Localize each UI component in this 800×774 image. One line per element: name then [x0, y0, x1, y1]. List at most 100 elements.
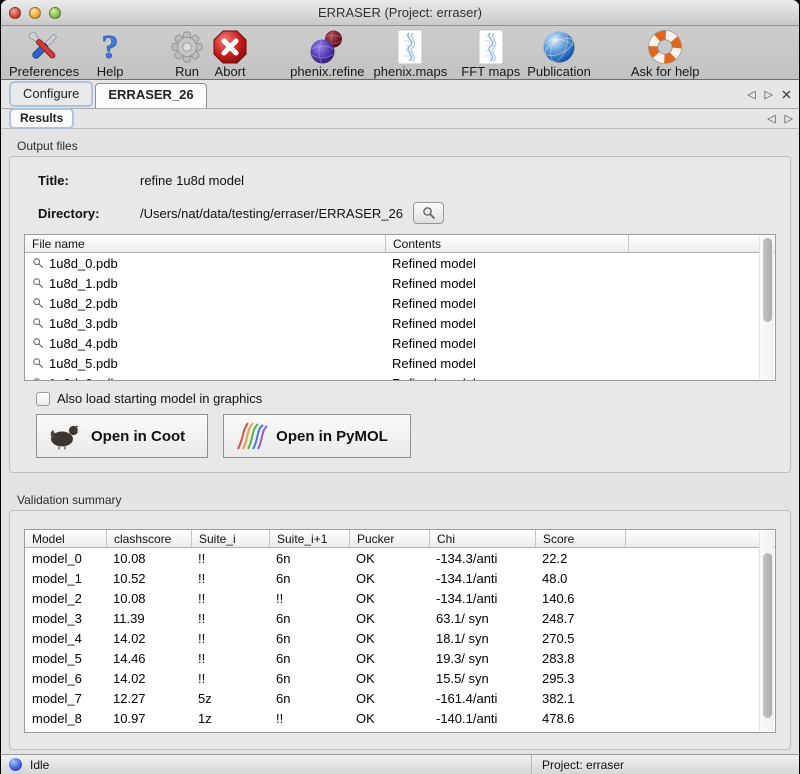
load-starting-model-label: Also load starting model in graphics	[57, 391, 262, 406]
help-button[interactable]: ? Help	[95, 28, 125, 78]
file-name: 1u8d_5.pdb	[49, 356, 118, 371]
file-row[interactable]: 1u8d_2.pdbRefined model	[25, 293, 775, 313]
cell-suite_i1: 6n	[269, 631, 349, 646]
cell-clashscore: 14.02	[106, 671, 191, 686]
zoom-window-button[interactable]	[49, 7, 61, 19]
cell-suite_i: !!	[191, 591, 269, 606]
load-starting-model-checkbox[interactable]	[36, 392, 50, 406]
scrollbar-thumb[interactable]	[763, 553, 772, 718]
cell-score: 248.7	[535, 611, 625, 626]
cell-pucker: OK	[349, 651, 429, 666]
phenix-refine-button[interactable]: phenix.refine	[290, 28, 364, 78]
tab-results[interactable]: Results	[9, 108, 74, 129]
directory-field-row: Directory: /Users/nat/data/testing/erras…	[38, 202, 776, 224]
cell-pucker: OK	[349, 631, 429, 646]
file-name: 1u8d_4.pdb	[49, 336, 118, 351]
column-header-pucker[interactable]: Pucker	[349, 530, 429, 547]
cell-model: model_7	[25, 691, 106, 706]
scrollbar-thumb[interactable]	[763, 238, 772, 322]
column-header-empty	[625, 530, 775, 547]
cell-pucker: OK	[349, 591, 429, 606]
cell-clashscore: 10.08	[106, 551, 191, 566]
cell-model: model_6	[25, 671, 106, 686]
magnifier-icon	[32, 257, 44, 269]
tab-scroll-right-button[interactable]: ▷	[765, 88, 773, 101]
load-starting-model-row: Also load starting model in graphics	[36, 391, 776, 406]
toolbar-item-label: Publication	[527, 65, 591, 78]
model-row[interactable]: model_712.275z6nOK-161.4/anti382.1	[25, 688, 775, 708]
cell-score: 270.5	[535, 631, 625, 646]
column-header-suite-i1[interactable]: Suite_i+1	[269, 530, 349, 547]
ask-for-help-button[interactable]: Ask for help	[631, 28, 700, 78]
toolbar-item-label: Ask for help	[631, 65, 700, 78]
column-header-score[interactable]: Score	[535, 530, 625, 547]
column-header-suite-i[interactable]: Suite_i	[191, 530, 269, 547]
file-row[interactable]: 1u8d_6.pdbRefined model	[25, 373, 775, 381]
output-files-group: Title: refine 1u8d model Directory: /Use…	[9, 156, 791, 473]
phenix-maps-button[interactable]: phenix.maps	[374, 28, 448, 78]
column-header-model[interactable]: Model	[25, 530, 106, 547]
cell-score: 295.3	[535, 671, 625, 686]
toolbar-item-label: Help	[97, 65, 124, 78]
question-icon: ?	[95, 28, 125, 65]
column-header-contents[interactable]: Contents	[385, 235, 628, 252]
fft-maps-button[interactable]: FFT maps	[461, 28, 520, 78]
cell-suite_i: !!	[191, 571, 269, 586]
validation-table-header: Model clashscore Suite_i Suite_i+1 Pucke…	[25, 530, 775, 548]
open-in-coot-button[interactable]: Open in Coot	[36, 414, 208, 458]
abort-button[interactable]: Abort	[212, 28, 248, 78]
model-row[interactable]: model_110.52!!6nOK-134.1/anti48.0	[25, 568, 775, 588]
cell-model: model_4	[25, 631, 106, 646]
run-button[interactable]: Run	[169, 28, 205, 78]
cell-suite_i: !!	[191, 611, 269, 626]
file-row[interactable]: 1u8d_0.pdbRefined model	[25, 253, 775, 273]
publication-button[interactable]: Publication	[527, 28, 591, 78]
model-row[interactable]: model_614.02!!6nOK15.5/ syn295.3	[25, 668, 775, 688]
file-row[interactable]: 1u8d_4.pdbRefined model	[25, 333, 775, 353]
tab-configure[interactable]: Configure	[9, 81, 93, 107]
magnifier-icon	[422, 206, 436, 220]
model-row[interactable]: start_min10.08!!6nOK-134.3/anti0.0	[25, 728, 775, 733]
file-row[interactable]: 1u8d_1.pdbRefined model	[25, 273, 775, 293]
file-row[interactable]: 1u8d_5.pdb Refined model	[25, 353, 775, 373]
toolbar-item-label: FFT maps	[461, 65, 520, 78]
model-row[interactable]: model_210.08!!!!OK-134.1/anti140.6	[25, 588, 775, 608]
lifebuoy-icon	[647, 28, 683, 65]
cell-suite_i: 5z	[191, 691, 269, 706]
file-contents: Refined model	[385, 376, 628, 382]
cell-model: model_2	[25, 591, 106, 606]
title-field-value: refine 1u8d model	[140, 173, 244, 188]
cell-suite_i1: 6n	[269, 671, 349, 686]
cell-chi: -140.1/anti	[429, 711, 535, 726]
model-row[interactable]: model_311.39!!6nOK63.1/ syn248.7	[25, 608, 775, 628]
cell-clashscore: 10.08	[106, 731, 191, 734]
tab-erraser-26[interactable]: ERRASER_26	[95, 83, 206, 108]
subtab-scroll-left-button[interactable]: ◁	[767, 112, 775, 125]
globe-icon	[541, 28, 577, 65]
minimize-window-button[interactable]	[29, 7, 41, 19]
file-contents: Refined model	[385, 256, 628, 271]
main-tab-bar: Configure ERRASER_26 ◁ ▷	[1, 80, 799, 109]
file-list-scrollbar[interactable]	[759, 236, 774, 379]
close-window-button[interactable]	[9, 7, 21, 19]
window-title: ERRASER (Project: erraser)	[1, 0, 799, 25]
file-contents: Refined model	[385, 356, 628, 371]
validation-summary-group-label: Validation summary	[17, 493, 791, 507]
model-row[interactable]: model_810.971z!!OK-140.1/anti478.6	[25, 708, 775, 728]
model-row[interactable]: model_414.02!!6nOK18.1/ syn270.5	[25, 628, 775, 648]
browse-directory-button[interactable]	[413, 202, 444, 224]
model-row[interactable]: model_010.08!!6nOK-134.3/anti22.2	[25, 548, 775, 568]
subtab-scroll-right-button[interactable]: ▷	[785, 112, 793, 125]
column-header-file-name[interactable]: File name	[25, 235, 385, 252]
graphics-buttons: Open in Coot Open in PyMOL	[36, 414, 776, 458]
column-header-chi[interactable]: Chi	[429, 530, 535, 547]
tab-close-button[interactable]	[782, 90, 791, 99]
preferences-button[interactable]: Preferences	[9, 28, 79, 78]
tab-scroll-left-button[interactable]: ◁	[747, 88, 755, 101]
open-in-pymol-button[interactable]: Open in PyMOL	[223, 414, 411, 458]
file-row[interactable]: 1u8d_3.pdbRefined model	[25, 313, 775, 333]
column-header-clashscore[interactable]: clashscore	[106, 530, 191, 547]
model-row[interactable]: model_514.46!!6nOK19.3/ syn283.8	[25, 648, 775, 668]
validation-table-scrollbar[interactable]	[759, 531, 774, 731]
cell-suite_i1: !!	[269, 591, 349, 606]
